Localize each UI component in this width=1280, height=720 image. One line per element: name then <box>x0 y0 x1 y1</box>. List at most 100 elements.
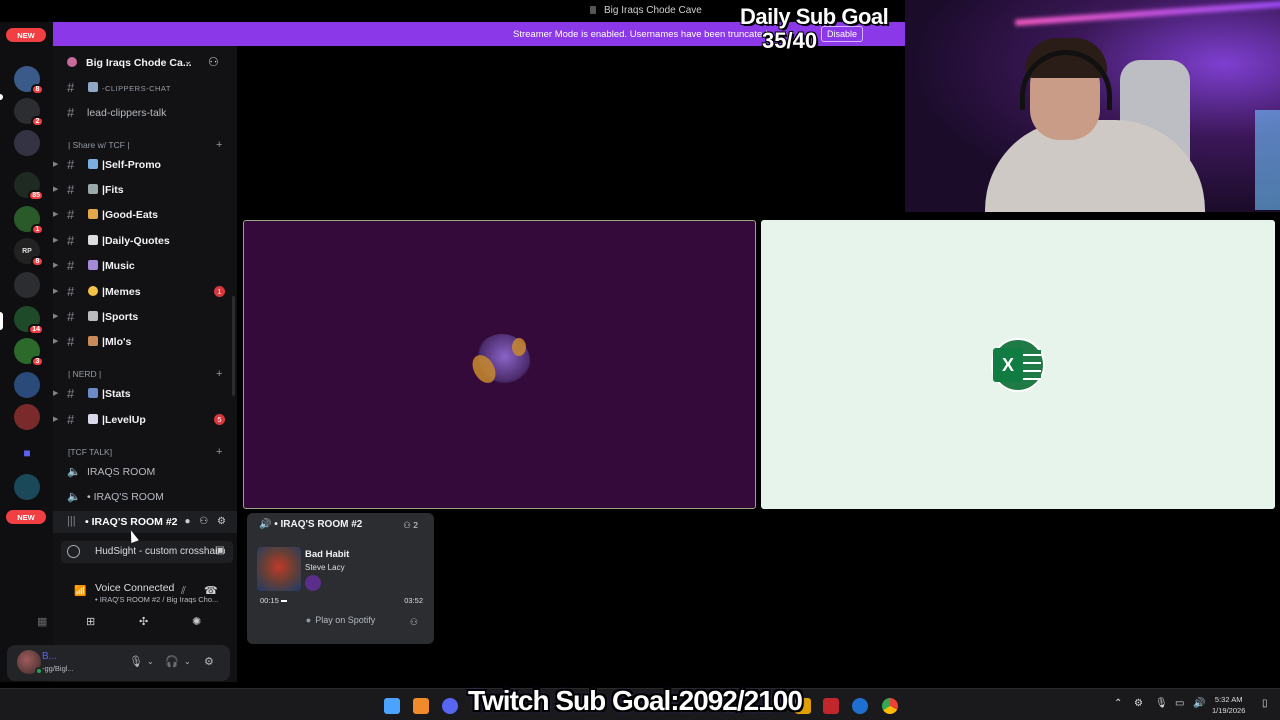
channel-good-eats[interactable]: ▶ # |Good-Eats <box>53 204 237 226</box>
server-icon[interactable]: 1 <box>14 206 44 235</box>
volume-icon[interactable]: 🔊 <box>1193 698 1205 709</box>
twitch-sub-goal-overlay: Twitch Sub Goal:2092/2100 <box>468 685 803 716</box>
server-icon[interactable]: 85 <box>14 172 44 201</box>
voice-location[interactable]: • IRAQ'S ROOM #2 / Big Iraqs Cho... <box>95 595 221 604</box>
activity-text: HudSight - custom crosshair ov... <box>95 546 225 557</box>
window-title: Big Iraqs Chode Cave <box>590 5 702 16</box>
pc-case <box>1255 110 1280 210</box>
discord-icon[interactable] <box>442 698 458 714</box>
song-title[interactable]: Bad Habit <box>305 549 349 560</box>
channel-clippers-chat[interactable]: # -CLIPPERS-CHAT <box>53 77 237 99</box>
add-channel-icon[interactable]: + <box>216 446 222 458</box>
play-on-spotify-button[interactable]: Play on Spotify <box>247 615 434 625</box>
channel-label: |LevelUp <box>102 414 146 426</box>
server-icon[interactable]: RP 8 <box>14 238 44 267</box>
server-icon[interactable]: 3 <box>14 338 44 367</box>
channel-label: |Memes <box>102 286 141 298</box>
server-icon[interactable]: 8 <box>14 66 44 95</box>
unread-arrow-icon: ▶ <box>53 237 59 244</box>
channel-stats[interactable]: ▶ # |Stats <box>53 383 237 405</box>
add-channel-icon[interactable]: + <box>216 368 222 380</box>
tray-icon[interactable]: ⚙ <box>1134 698 1143 709</box>
channel-daily-quotes[interactable]: ▶ # |Daily-Quotes <box>53 230 237 252</box>
channel-music[interactable]: ▶ # |Music <box>53 255 237 277</box>
chrome-icon[interactable] <box>882 698 898 714</box>
popout-icon[interactable]: ▣ <box>216 545 225 556</box>
server-icon[interactable] <box>14 474 40 500</box>
category-label: | NERD | <box>68 369 102 379</box>
voice-channel-iraqs-room-2[interactable]: ||| • IRAQ'S ROOM #2 ● ⚇ ⚙ <box>53 511 237 533</box>
channel-memes[interactable]: ▶ # |Memes 1 <box>53 281 237 303</box>
hash-icon: # <box>67 284 75 299</box>
screen-share-icon[interactable]: ⊞ <box>86 615 95 628</box>
folder-icon[interactable]: ■ <box>14 440 40 466</box>
channel-label: |Sports <box>102 311 139 323</box>
channel-actions[interactable]: ● ⚇ ⚙ <box>184 516 229 527</box>
start-icon[interactable] <box>384 698 400 714</box>
server-icon[interactable]: 14 <box>14 306 44 335</box>
app-icon[interactable] <box>852 698 868 714</box>
camera-off-icon[interactable]: ▦ <box>37 615 47 628</box>
server-icon[interactable]: 2 <box>14 98 44 127</box>
activities-icon[interactable]: ✣ <box>139 615 148 628</box>
new-pill-top[interactable]: NEW <box>6 28 46 42</box>
app-icon[interactable] <box>413 698 429 714</box>
voice-channel-iraqs-room[interactable]: 🔈 IRAQS ROOM <box>53 461 237 483</box>
server-header[interactable]: Big Iraqs Chode Ca... ⌄ ⚇ <box>53 46 237 80</box>
chevron-down-icon[interactable]: ⌄ <box>147 657 154 666</box>
voice-tools: ▦ ⊞ ✣ ✺ <box>37 612 237 634</box>
server-icon[interactable] <box>14 372 40 398</box>
participant-avatar <box>474 334 530 390</box>
channel-self-promo[interactable]: ▶ # |Self-Promo <box>53 154 237 176</box>
notification-icon[interactable]: ▯ <box>1262 698 1268 709</box>
server-icon[interactable] <box>14 404 40 430</box>
category-share[interactable]: | Share w/ TCF | + <box>68 139 222 151</box>
channel-mlos[interactable]: ▶ # |Mlo's <box>53 331 237 353</box>
activity-card[interactable]: HudSight - custom crosshair ov... ▣ <box>61 541 233 563</box>
new-pill-bottom[interactable]: NEW <box>6 510 46 524</box>
channel-fits[interactable]: ▶ # |Fits <box>53 179 237 201</box>
hash-icon: # <box>67 157 75 172</box>
gear-icon[interactable]: ⚙ <box>204 655 214 668</box>
soundboard-icon[interactable]: ✺ <box>192 615 201 628</box>
channel-label: |Mlo's <box>102 336 132 348</box>
song-artist[interactable]: Steve Lacy <box>305 563 345 572</box>
channel-label: |Good-Eats <box>102 209 159 221</box>
clock-date: 1/19/2026 <box>1212 706 1246 715</box>
voice-channel-iraqs-room-b[interactable]: 🔈 • IRAQ'S ROOM <box>53 486 237 508</box>
microphone-icon[interactable]: 🎙 <box>129 655 143 668</box>
disconnect-icon[interactable]: ☎ <box>204 584 218 597</box>
chevron-down-icon[interactable]: ⌄ <box>184 657 191 666</box>
noise-suppression-icon[interactable]: ⫽ <box>181 585 186 598</box>
server-icon[interactable] <box>14 130 40 156</box>
channel-label: |Stats <box>102 388 131 400</box>
progress-bar <box>281 600 287 602</box>
participant-tile[interactable] <box>243 220 756 509</box>
taskbar-clock[interactable]: 5:32 AM 1/19/2026 <box>1212 694 1245 716</box>
username[interactable]: B... <box>42 651 57 662</box>
category-nerd[interactable]: | NERD | + <box>68 368 222 380</box>
channel-sports[interactable]: ▶ # |Sports <box>53 306 237 328</box>
hash-icon: # <box>67 334 75 349</box>
chevron-down-icon[interactable]: ⌄ <box>184 56 192 67</box>
category-tcf-talk[interactable]: [TCF TALK] + <box>68 446 222 458</box>
invite-people-icon[interactable]: ⚇ <box>208 55 219 69</box>
screen-share-tile[interactable]: X <box>761 220 1275 509</box>
excel-x-glyph: X <box>993 348 1023 382</box>
chevron-up-icon[interactable]: ⌃ <box>1114 698 1122 709</box>
channel-levelup[interactable]: ▶ # |LevelUp 5 <box>53 409 237 431</box>
channel-scrollbar[interactable] <box>232 296 235 396</box>
microphone-icon[interactable]: 🎙 <box>1155 698 1168 709</box>
add-channel-icon[interactable]: + <box>216 139 222 151</box>
webcam-feed <box>905 0 1280 212</box>
channel-lead-clippers-talk[interactable]: # lead-clippers-talk <box>53 102 237 124</box>
add-friend-icon[interactable]: ⚇ <box>410 617 418 628</box>
speaker-icon: 🔈 <box>67 491 81 503</box>
network-icon[interactable]: ▭ <box>1175 698 1184 709</box>
headphones-icon[interactable]: 🎧 <box>165 655 179 668</box>
channel-emoji <box>88 336 98 346</box>
hash-icon: # <box>67 80 75 95</box>
clock-time: 5:32 AM <box>1214 695 1243 704</box>
server-icon[interactable] <box>14 272 40 298</box>
app-icon[interactable] <box>823 698 839 714</box>
